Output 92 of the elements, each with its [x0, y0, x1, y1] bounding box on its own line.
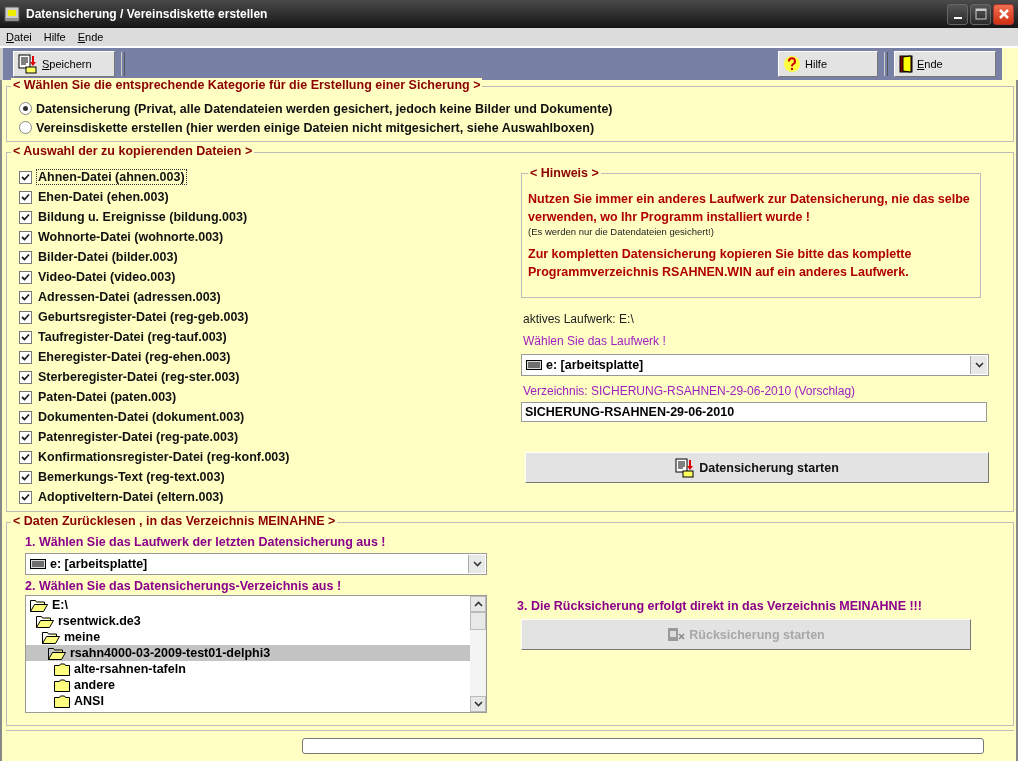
checkbox-label[interactable]: Ahnen-Datei (ahnen.003) — [36, 169, 187, 185]
tree-item[interactable]: alte-rsahnen-tafeln — [26, 661, 470, 677]
checkbox-label[interactable]: Sterberegister-Datei (reg-ster.003) — [36, 369, 242, 385]
checkbox-label[interactable]: Video-Datei (video.003) — [36, 269, 178, 285]
start-backup-button[interactable]: Datensicherung starten — [525, 452, 989, 483]
checkbox-label[interactable]: Wohnorte-Datei (wohnorte.003) — [36, 229, 226, 245]
open-folder-icon — [48, 646, 66, 660]
hint-title: < Hinweis > — [528, 166, 601, 180]
checkbox[interactable] — [19, 370, 32, 384]
checkbox-label[interactable]: Patenregister-Datei (reg-pate.003) — [36, 429, 241, 445]
scrollbar[interactable] — [470, 596, 486, 712]
checkbox-label[interactable]: Adoptiveltern-Datei (eltern.003) — [36, 489, 226, 505]
checkbox-label[interactable]: Bilder-Datei (bilder.003) — [36, 249, 180, 265]
checkbox-label[interactable]: Geburtsregister-Datei (reg-geb.003) — [36, 309, 251, 325]
checkbox[interactable] — [19, 470, 32, 484]
directory-input-field[interactable]: SICHERUNG-RSAHNEN-29-06-2010 — [521, 402, 987, 422]
group-title: < Auswahl der zu kopierenden Dateien > — [11, 144, 255, 158]
checkbox[interactable] — [19, 270, 32, 284]
toolbar-button[interactable]: Hilfe — [778, 51, 878, 77]
checkbox[interactable] — [19, 490, 32, 504]
directory-label: Verzeichnis: SICHERUNG-RSAHNEN-29-06-2010 (Vorschlag) — [523, 384, 857, 398]
radio-label[interactable]: Vereinsdiskette erstellen (hier werden einige Dateien nicht mitgesichert, siehe Auswahlboxen) — [36, 120, 595, 135]
door-icon — [899, 55, 913, 73]
toolbar-button[interactable]: Ende — [894, 51, 996, 77]
help-icon — [783, 55, 801, 73]
step-label: 2. Wählen Sie das Datensicherungs-Verzeichnis aus ! — [25, 579, 343, 593]
radio-button[interactable] — [19, 102, 32, 115]
menu-item[interactable]: Ende — [77, 31, 104, 43]
checkbox-label[interactable]: Bemerkungs-Text (reg-text.003) — [36, 469, 227, 485]
menu-item[interactable]: Hilfe — [43, 31, 66, 43]
checkbox[interactable] — [19, 410, 32, 424]
checkbox[interactable] — [19, 430, 32, 444]
folder-icon — [54, 678, 70, 692]
checkbox[interactable] — [19, 290, 32, 304]
checkbox-label[interactable]: Taufregister-Datei (reg-tauf.003) — [36, 329, 229, 345]
restore-icon — [667, 625, 686, 644]
folder-icon — [54, 662, 70, 676]
checkbox[interactable] — [19, 170, 32, 184]
scroll-thumb[interactable] — [470, 612, 486, 630]
step-label: 3. Die Rücksicherung erfolgt direkt in das Verzeichnis MEINAHNE !!! — [517, 599, 923, 613]
checkbox-label[interactable]: Konfirmationsregister-Datei (reg-konf.003) — [36, 449, 292, 465]
drive-icon — [526, 360, 542, 370]
open-folder-icon — [36, 614, 54, 628]
hint-text: Zur kompletten Datensicherung kopieren Sie bitte das komplette Programmverzeichnis RSAHNEN.WIN auf ein anderes Laufwerk. — [528, 246, 913, 281]
checkbox-label[interactable]: Dokumenten-Datei (dokument.003) — [36, 409, 247, 425]
radio-button[interactable] — [19, 121, 32, 134]
checkbox[interactable] — [19, 190, 32, 204]
tree-item[interactable]: meine — [26, 629, 470, 645]
checkbox[interactable] — [19, 250, 32, 264]
checkbox[interactable] — [19, 390, 32, 404]
window-title: Datensicherung / Vereinsdiskette erstellen — [26, 7, 268, 21]
checkbox[interactable] — [19, 350, 32, 364]
drive-dropdown[interactable]: e: [arbeitsplatte] — [521, 354, 989, 376]
document-save-icon — [18, 54, 38, 74]
checkbox-label[interactable]: Bildung u. Ereignisse (bildung.003) — [36, 209, 250, 225]
step-label: 1. Wählen Sie das Laufwerk der letzten Datensicherung aus ! — [25, 535, 387, 549]
checkbox[interactable] — [19, 450, 32, 464]
drive-dropdown[interactable]: e: [arbeitsplatte] — [25, 553, 487, 575]
checkbox[interactable] — [19, 230, 32, 244]
checkbox[interactable] — [19, 330, 32, 344]
tree-item[interactable]: andere — [26, 677, 470, 693]
app-icon — [4, 6, 20, 22]
hint-text: Nutzen Sie immer ein anderes Laufwerk zur Datensicherung, nie das selbe verwenden, wo Ihr Programm installiert wurde ! — [528, 191, 971, 226]
close-button[interactable] — [993, 3, 1014, 25]
group-title: < Daten Zurücklesen , in das Verzeichnis MEINAHNE > — [11, 514, 338, 528]
drive-icon — [30, 559, 46, 569]
tree-item[interactable]: ANSI — [26, 693, 470, 709]
checkbox-label[interactable]: Eheregister-Datei (reg-ehen.003) — [36, 349, 233, 365]
checkbox-label[interactable]: Adressen-Datei (adressen.003) — [36, 289, 223, 305]
maximize-icon — [974, 8, 987, 20]
checkbox[interactable] — [19, 210, 32, 224]
checkbox-label[interactable]: Ehen-Datei (ehen.003) — [36, 189, 171, 205]
group-title: < Wählen Sie die entsprechende Kategorie für die Erstellung einer Sicherung > — [11, 78, 483, 92]
close-icon — [997, 8, 1010, 20]
open-folder-icon — [42, 630, 60, 644]
checkbox[interactable] — [19, 310, 32, 324]
folder-icon — [54, 694, 70, 708]
tree-item[interactable]: rsahn4000-03-2009-test01-delphi3 — [26, 645, 470, 661]
tree-item[interactable]: rsentwick.de3 — [26, 613, 470, 629]
open-folder-icon — [30, 598, 48, 612]
radio-label[interactable]: Datensicherung (Privat, alle Datendateien werden gesichert, jedoch keine Bilder und Dokumente) — [36, 101, 613, 116]
menu-item[interactable]: Datei — [6, 31, 32, 43]
maximize-button[interactable] — [970, 3, 991, 25]
active-drive-label: aktives Laufwerk: E:\ — [523, 312, 635, 326]
document-save-icon — [675, 457, 696, 478]
checkbox-label[interactable]: Paten-Datei (paten.003) — [36, 389, 179, 405]
tree-item[interactable]: E:\ — [26, 597, 470, 613]
toolbar-button[interactable]: Speichern — [13, 51, 115, 77]
drive-prompt: Wählen Sie das Laufwerk ! — [523, 334, 667, 348]
minimize-button[interactable] — [947, 3, 968, 25]
minimize-icon — [953, 17, 962, 19]
hint-note: (Es werden nur die Datendateien gesichert!) — [528, 226, 715, 237]
